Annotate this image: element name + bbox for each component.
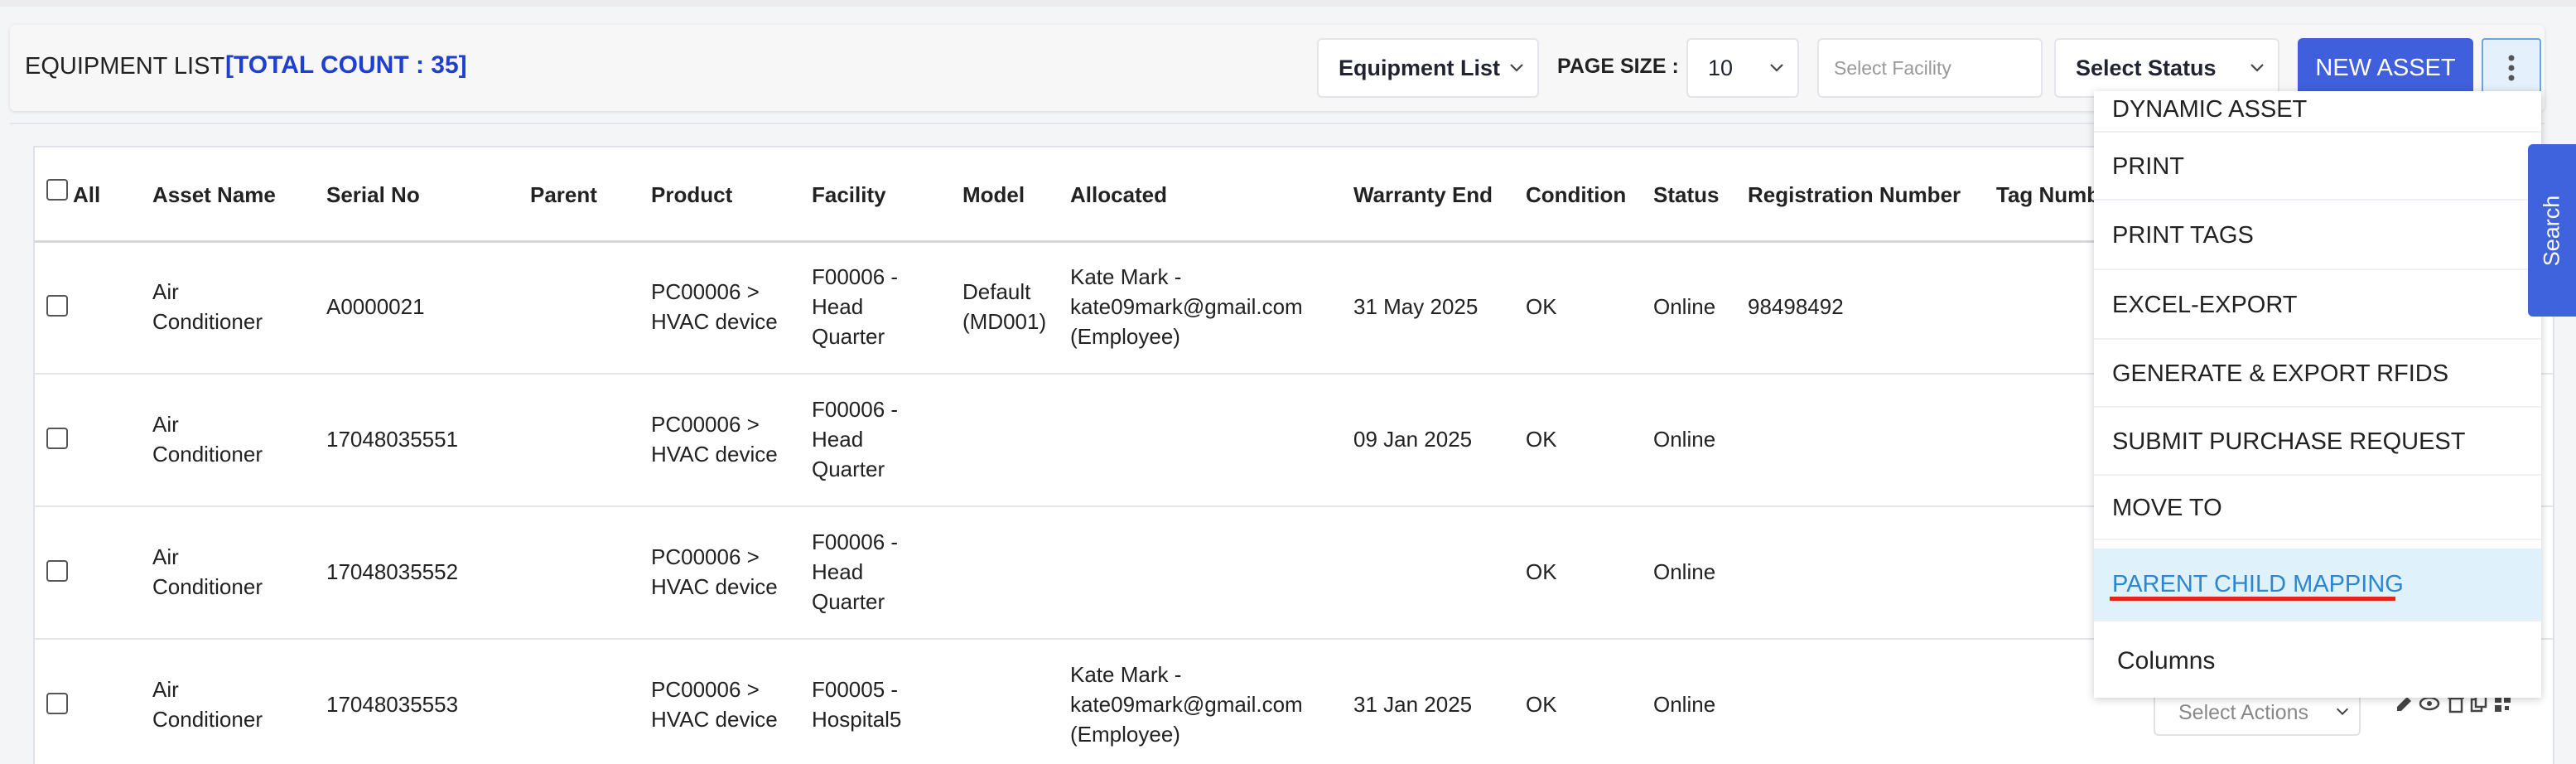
view-select-value: Equipment List: [1339, 55, 1500, 80]
cell-serial-no: 17048035552: [326, 559, 459, 584]
chevron-down-icon: [1510, 64, 1523, 72]
select-all-checkbox[interactable]: [46, 179, 68, 201]
view-icon[interactable]: [2419, 696, 2440, 711]
col-serial-no[interactable]: Serial No: [326, 182, 420, 208]
status-select-value: Select Status: [2076, 55, 2217, 80]
cell-serial-no: 17048035553: [326, 692, 459, 717]
status-select[interactable]: Select Status: [2054, 38, 2279, 98]
row-checkbox[interactable]: [46, 693, 68, 714]
active-item-underline: [2110, 597, 2395, 601]
edit-icon[interactable]: [2397, 697, 2411, 711]
page-size-select[interactable]: 10: [1686, 38, 1799, 98]
cell-status: Online: [1653, 692, 1716, 717]
cell-condition: OK: [1526, 559, 1557, 584]
menu-item-generate-export-rfids[interactable]: GENERATE & EXPORT RFIDS: [2094, 341, 2541, 408]
row-action-placeholder: Select Actions: [2178, 701, 2309, 724]
col-registration-number[interactable]: Registration Number: [1748, 182, 1961, 208]
cell-warranty-end: 31 May 2025: [1353, 294, 1479, 319]
cell-condition: OK: [1526, 294, 1557, 319]
cell-warranty-end: 31 Jan 2025: [1353, 692, 1473, 717]
col-condition[interactable]: Condition: [1526, 182, 1626, 208]
page-size-label: PAGE SIZE :: [1557, 55, 1679, 78]
cell-facility: F00006 - Head Quarter: [812, 264, 899, 349]
new-asset-button[interactable]: NEW ASSET: [2298, 38, 2473, 98]
menu-item-parent-child-mapping[interactable]: PARENT CHILD MAPPING: [2094, 549, 2541, 621]
cell-serial-no: A0000021: [326, 294, 425, 319]
kebab-menu-icon: [2508, 55, 2515, 81]
cell-serial-no: 17048035551: [326, 427, 459, 452]
page-title: EQUIPMENT LIST: [25, 53, 225, 80]
select-all-label: All: [73, 182, 101, 207]
delete-icon[interactable]: [2448, 696, 2464, 713]
menu-item-excel-export[interactable]: EXCEL-EXPORT: [2094, 272, 2541, 340]
row-checkbox[interactable]: [46, 560, 68, 582]
cell-facility: F00006 - Head Quarter: [812, 397, 899, 481]
menu-item-print[interactable]: PRINT: [2094, 134, 2541, 201]
total-count-badge: [TOTAL COUNT : 35]: [225, 51, 467, 79]
view-select[interactable]: Equipment List: [1317, 38, 1539, 98]
cell-condition: OK: [1526, 427, 1557, 452]
cell-model: Default (MD001): [962, 279, 1047, 334]
menu-item-dynamic-asset[interactable]: DYNAMIC ASSET: [2094, 91, 2541, 133]
cell-asset-name: Air Conditioner: [152, 279, 263, 334]
cell-product: PC00006 > HVAC device: [651, 279, 778, 334]
qr-icon[interactable]: [2495, 696, 2511, 712]
cell-condition: OK: [1526, 692, 1557, 717]
col-asset-name[interactable]: Asset Name: [152, 182, 276, 208]
col-product[interactable]: Product: [651, 182, 732, 208]
facility-placeholder: Select Facility: [1834, 56, 1951, 79]
cell-product: PC00006 > HVAC device: [651, 544, 778, 599]
cell-registration-number: 98498492: [1748, 294, 1844, 319]
col-tag-number[interactable]: Tag Numb: [1996, 182, 2100, 208]
cell-facility: F00005 - Hospital5: [812, 677, 902, 732]
col-parent[interactable]: Parent: [530, 182, 597, 208]
chevron-down-icon: [2250, 64, 2264, 72]
more-actions-menu: DYNAMIC ASSET PRINT PRINT TAGS EXCEL-EXP…: [2094, 91, 2541, 698]
cell-status: Online: [1653, 427, 1716, 452]
row-checkbox[interactable]: [46, 295, 68, 317]
menu-item-print-tags[interactable]: PRINT TAGS: [2094, 202, 2541, 270]
cell-status: Online: [1653, 294, 1716, 319]
facility-select-input[interactable]: Select Facility: [1817, 38, 2043, 98]
cell-allocated: Kate Mark - kate09mark@gmail.com (Employ…: [1070, 662, 1303, 747]
cell-allocated: Kate Mark - kate09mark@gmail.com (Employ…: [1070, 264, 1303, 349]
cell-warranty-end: 09 Jan 2025: [1353, 427, 1473, 452]
col-allocated[interactable]: Allocated: [1070, 182, 1167, 208]
search-tab-label: Search: [2539, 195, 2564, 266]
col-status[interactable]: Status: [1653, 182, 1719, 208]
cell-product: PC00006 > HVAC device: [651, 677, 778, 732]
cell-product: PC00006 > HVAC device: [651, 412, 778, 467]
cell-asset-name: Air Conditioner: [152, 412, 263, 467]
chevron-down-icon: [2336, 708, 2349, 716]
top-strip: [0, 0, 2576, 7]
more-actions-button[interactable]: [2482, 38, 2541, 98]
chevron-down-icon: [1770, 64, 1783, 72]
menu-item-move-to[interactable]: MOVE TO: [2094, 477, 2541, 540]
cell-asset-name: Air Conditioner: [152, 544, 263, 599]
menu-item-columns[interactable]: Columns: [2094, 625, 2541, 698]
row-checkbox[interactable]: [46, 428, 68, 449]
cell-asset-name: Air Conditioner: [152, 677, 263, 732]
page-size-value: 10: [1708, 55, 1734, 80]
search-side-tab[interactable]: Search: [2528, 144, 2576, 317]
col-facility[interactable]: Facility: [812, 182, 886, 208]
menu-item-submit-purchase-request[interactable]: SUBMIT PURCHASE REQUEST: [2094, 409, 2541, 476]
col-model[interactable]: Model: [962, 182, 1025, 208]
cell-facility: F00006 - Head Quarter: [812, 529, 899, 614]
cell-status: Online: [1653, 559, 1716, 584]
col-warranty-end[interactable]: Warranty End: [1353, 182, 1493, 208]
